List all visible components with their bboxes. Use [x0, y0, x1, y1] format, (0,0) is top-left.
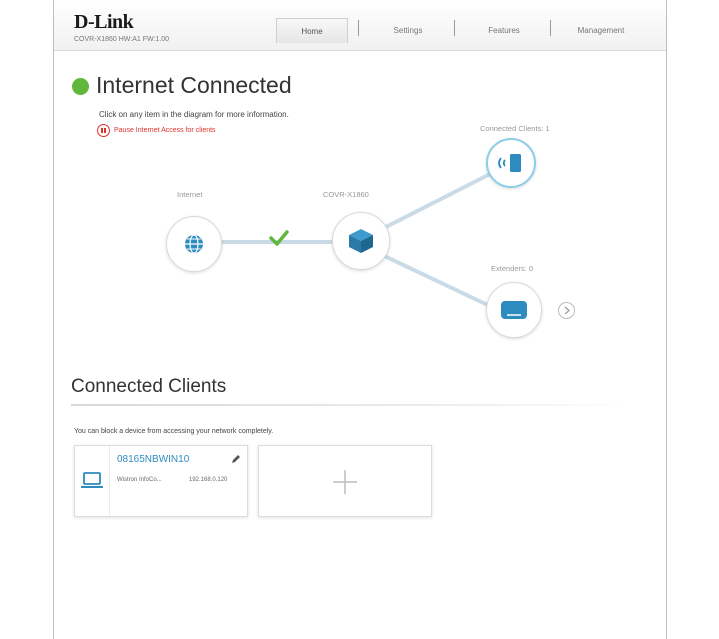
- next-arrow-button[interactable]: [558, 302, 575, 319]
- router-node[interactable]: [332, 212, 390, 270]
- extenders-node[interactable]: [486, 282, 542, 338]
- connected-clients-heading: Connected Clients: [71, 376, 227, 397]
- client-icon-column: [75, 446, 110, 516]
- network-diagram: Internet COVR-X1860 Connected Clients: 1…: [54, 0, 666, 360]
- client-vendor: Wistron InfoCo...: [117, 477, 162, 483]
- extenders-link-line: [375, 250, 495, 310]
- pencil-icon[interactable]: [230, 452, 241, 470]
- clients-link-line: [375, 170, 495, 234]
- laptop-icon: [81, 472, 103, 488]
- wireless-device-icon: [498, 154, 521, 172]
- plus-icon: [333, 470, 357, 494]
- device-label: COVR-X1860: [323, 190, 369, 199]
- chevron-right-icon: [564, 306, 570, 315]
- router-cube-icon: [349, 229, 373, 253]
- extender-icon: [501, 301, 527, 319]
- globe-icon: [185, 234, 203, 254]
- connected-clients-description: You can block a device from accessing yo…: [74, 428, 274, 435]
- internet-label: Internet: [177, 190, 203, 199]
- client-name: 08165NBWIN10: [117, 454, 190, 465]
- client-ip: 192.168.0.120: [189, 477, 228, 483]
- connected-check-icon: [269, 229, 289, 252]
- section-divider: [71, 404, 631, 406]
- extenders-count-label: Extenders: 0: [491, 264, 534, 273]
- client-card[interactable]: 08165NBWIN10 Wistron InfoCo... 192.168.0…: [74, 445, 248, 517]
- connected-clients-node[interactable]: [486, 138, 536, 188]
- add-client-card[interactable]: [258, 445, 432, 517]
- clients-count-label: Connected Clients: 1: [480, 124, 550, 133]
- router-web-ui: D-Link COVR-X1860 HW:A1 FW:1.00 Home Set…: [53, 0, 667, 639]
- internet-node[interactable]: [166, 216, 222, 272]
